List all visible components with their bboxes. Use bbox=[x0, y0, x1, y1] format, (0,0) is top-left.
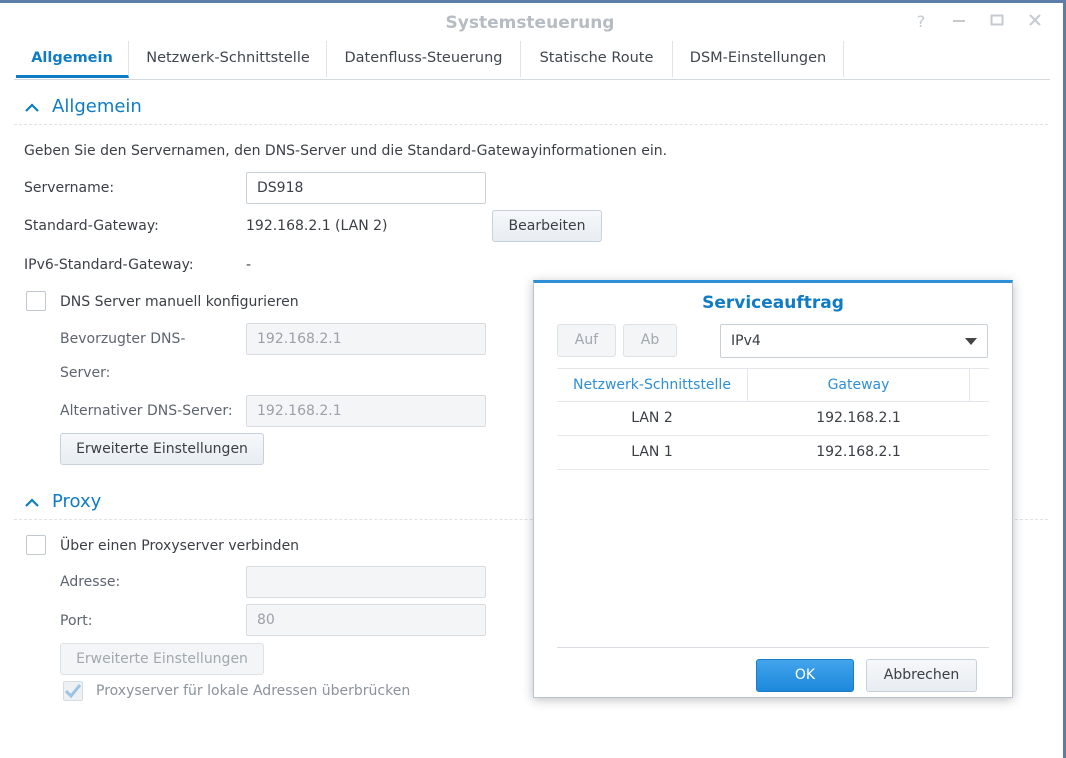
service-order-table: Netzwerk-Schnittstelle Gateway LAN 2 192… bbox=[557, 368, 989, 470]
help-icon[interactable]: ? bbox=[910, 11, 932, 33]
proxy-advanced-settings-button[interactable]: Erweiterte Einstellungen bbox=[60, 643, 264, 675]
cancel-button[interactable]: Abbrechen bbox=[866, 659, 977, 692]
chevron-up-icon bbox=[24, 97, 40, 118]
table-row[interactable]: LAN 2 192.168.2.1 bbox=[557, 402, 989, 436]
tab-statische-route[interactable]: Statische Route bbox=[521, 41, 673, 77]
proxy-address-label: Adresse: bbox=[60, 574, 121, 590]
proxy-port-label: Port: bbox=[60, 613, 93, 629]
table-header: Netzwerk-Schnittstelle Gateway bbox=[557, 368, 989, 402]
edit-gateway-button[interactable]: Bearbeiten bbox=[492, 210, 602, 242]
dropdown-caret-icon bbox=[965, 338, 977, 345]
gateway-label: Standard-Gateway: bbox=[24, 218, 159, 234]
section-proxy-title: Proxy bbox=[52, 491, 102, 512]
servername-input[interactable]: DS918 bbox=[246, 172, 486, 204]
protocol-select-value: IPv4 bbox=[731, 333, 761, 349]
alt-dns-label: Alternativer DNS-Server: bbox=[60, 403, 233, 419]
tab-dsm-einstellungen[interactable]: DSM-Einstellungen bbox=[673, 41, 844, 77]
minimize-icon[interactable] bbox=[948, 11, 970, 33]
close-icon[interactable] bbox=[1024, 11, 1046, 33]
servername-label: Servername: bbox=[24, 180, 115, 196]
alt-dns-input[interactable]: 192.168.2.1 bbox=[246, 395, 486, 427]
row-interface: LAN 1 bbox=[631, 444, 673, 460]
chevron-up-icon bbox=[24, 492, 40, 513]
dns-manual-checkbox[interactable] bbox=[26, 291, 46, 311]
column-header-gateway[interactable]: Gateway bbox=[748, 369, 970, 401]
tab-allgemein[interactable]: Allgemein bbox=[16, 41, 129, 78]
gateway-value: 192.168.2.1 (LAN 2) bbox=[246, 218, 388, 234]
ipv6-gateway-label: IPv6-Standard-Gateway: bbox=[24, 257, 194, 273]
dialog-title: Serviceauftrag bbox=[702, 293, 844, 313]
section-general-title: Allgemein bbox=[52, 96, 142, 117]
proxy-connect-checkbox[interactable] bbox=[26, 535, 46, 555]
window-title: Systemsteuerung bbox=[445, 13, 615, 33]
tab-netzwerk-schnittstelle[interactable]: Netzwerk-Schnittstelle bbox=[130, 41, 327, 77]
preferred-dns-label: Bevorzugter DNS- bbox=[60, 331, 186, 347]
section-divider bbox=[14, 124, 1048, 125]
proxy-connect-label: Über einen Proxyserver verbinden bbox=[60, 538, 300, 554]
section-proxy-header[interactable]: Proxy bbox=[24, 491, 101, 513]
dialog-footer-divider bbox=[557, 647, 989, 648]
dns-advanced-settings-button[interactable]: Erweiterte Einstellungen bbox=[60, 433, 264, 465]
dns-manual-label: DNS Server manuell konfigurieren bbox=[60, 294, 299, 310]
table-row[interactable]: LAN 1 192.168.2.1 bbox=[557, 436, 989, 470]
column-header-interface[interactable]: Netzwerk-Schnittstelle bbox=[557, 369, 748, 401]
row-interface: LAN 2 bbox=[631, 410, 673, 426]
proxy-bypass-label: Proxyserver für lokale Adressen überbrüc… bbox=[96, 683, 411, 699]
service-order-dialog: Serviceauftrag Auf Ab IPv4 Netzwerk-Schn… bbox=[533, 280, 1013, 698]
tab-datenfluss-steuerung[interactable]: Datenfluss-Steuerung bbox=[327, 41, 521, 77]
title-bar: Systemsteuerung ? bbox=[0, 3, 1060, 41]
row-gateway: 192.168.2.1 bbox=[816, 444, 901, 460]
ok-button[interactable]: OK bbox=[756, 659, 854, 692]
section-general-header[interactable]: Allgemein bbox=[24, 96, 142, 118]
move-down-button[interactable]: Ab bbox=[623, 324, 677, 357]
general-description: Geben Sie den Servernamen, den DNS-Serve… bbox=[24, 143, 668, 159]
tab-bar: Allgemein Netzwerk-Schnittstelle Datenfl… bbox=[14, 41, 1050, 80]
proxy-address-input[interactable] bbox=[246, 566, 486, 598]
move-up-button[interactable]: Auf bbox=[557, 324, 616, 357]
proxy-bypass-checkbox[interactable] bbox=[63, 681, 83, 701]
row-gateway: 192.168.2.1 bbox=[816, 410, 901, 426]
proxy-port-input[interactable]: 80 bbox=[246, 604, 486, 636]
ipv6-gateway-value: - bbox=[246, 257, 252, 273]
preferred-dns-input[interactable]: 192.168.2.1 bbox=[246, 323, 486, 355]
protocol-select[interactable]: IPv4 bbox=[720, 324, 988, 358]
checkmark-icon bbox=[64, 684, 82, 699]
preferred-dns-label-cont: Server: bbox=[60, 365, 111, 381]
maximize-icon[interactable] bbox=[986, 11, 1008, 33]
